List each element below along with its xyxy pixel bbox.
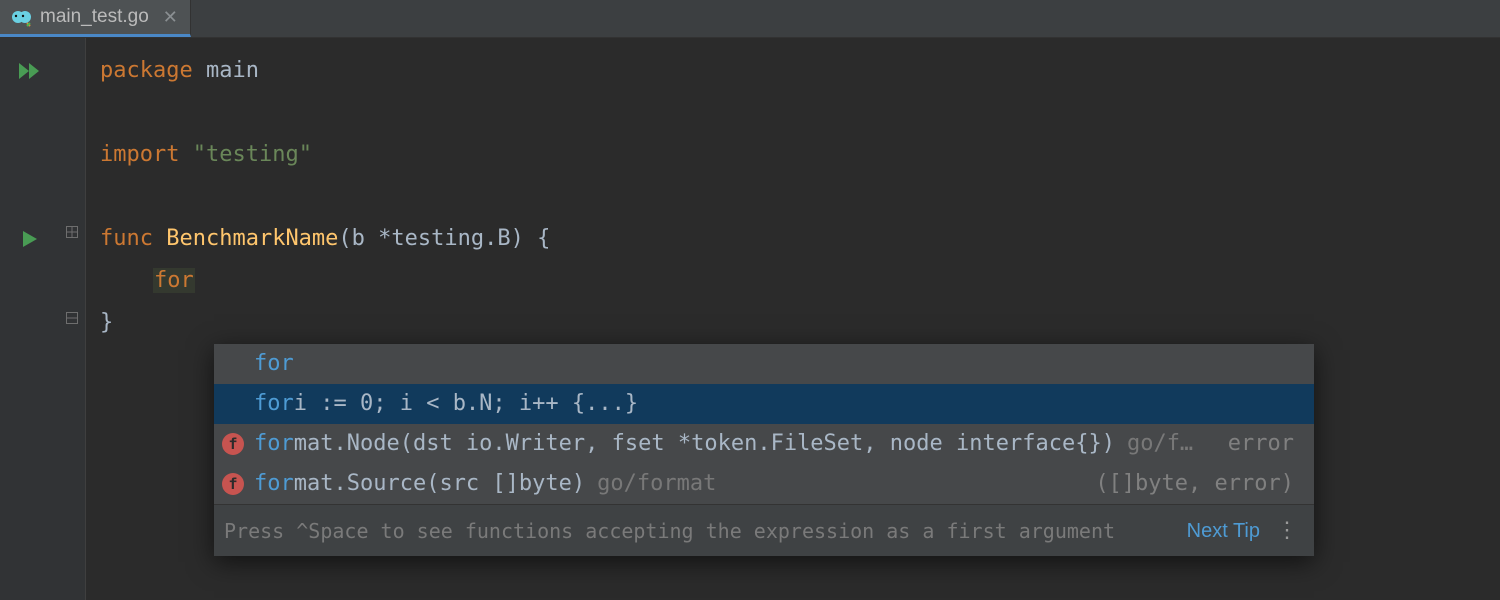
completion-item[interactable]: for: [214, 344, 1314, 384]
code-line: func BenchmarkName(b *testing.B) {: [100, 218, 1500, 260]
code-area[interactable]: package main import "testing" func Bench…: [86, 38, 1500, 600]
function-icon: f: [222, 473, 244, 495]
fold-end-icon[interactable]: [66, 312, 78, 328]
completion-tail: go/format: [597, 464, 716, 504]
code-line: [100, 92, 1500, 134]
completion-rest: mat.Node(dst io.Writer, fset *token.File…: [294, 424, 1115, 464]
fold-start-icon[interactable]: [66, 226, 78, 242]
completion-item[interactable]: for i := 0; i < b.N; i++ {...}: [214, 384, 1314, 424]
function-icon: f: [222, 433, 244, 455]
editor: package main import "testing" func Bench…: [0, 38, 1500, 600]
completion-match: for: [254, 424, 294, 464]
run-file-icon[interactable]: [0, 50, 60, 92]
code-line: }: [100, 302, 1500, 344]
file-tab[interactable]: main_test.go ✕: [0, 0, 191, 37]
completion-popup: forfor i := 0; i < b.N; i++ {...}fformat…: [214, 344, 1314, 556]
completion-footer: Press ^Space to see functions accepting …: [214, 504, 1314, 556]
tab-bar: main_test.go ✕: [0, 0, 1500, 38]
close-icon[interactable]: ✕: [163, 7, 178, 28]
completion-return-type: error: [1210, 424, 1294, 464]
code-line: for: [100, 260, 1500, 302]
completion-item[interactable]: fformat.Source(src []byte) go/format ([]by…: [214, 464, 1314, 504]
typed-prefix: for: [153, 268, 195, 293]
gutter-run-column: [0, 38, 60, 600]
completion-match: for: [254, 464, 294, 504]
code-line: import "testing": [100, 134, 1500, 176]
completion-rest: i := 0; i < b.N; i++ {...}: [294, 384, 638, 424]
gutter-fold-column: [60, 38, 86, 600]
next-tip-link[interactable]: Next Tip: [1187, 511, 1260, 551]
completion-match: for: [254, 344, 294, 384]
code-line: package main: [100, 50, 1500, 92]
completion-tail: go/f…: [1127, 424, 1193, 464]
completion-return-type: ([]byte, error): [1077, 464, 1294, 504]
code-line: [100, 176, 1500, 218]
go-file-icon: [10, 6, 32, 28]
more-icon[interactable]: ⋮: [1276, 511, 1300, 551]
file-tab-label: main_test.go: [40, 6, 149, 28]
completion-hint: Press ^Space to see functions accepting …: [224, 511, 1115, 551]
completion-match: for: [254, 384, 294, 424]
completion-item[interactable]: fformat.Node(dst io.Writer, fset *token.…: [214, 424, 1314, 464]
run-test-icon[interactable]: [0, 218, 60, 260]
completion-rest: mat.Source(src []byte): [294, 464, 585, 504]
